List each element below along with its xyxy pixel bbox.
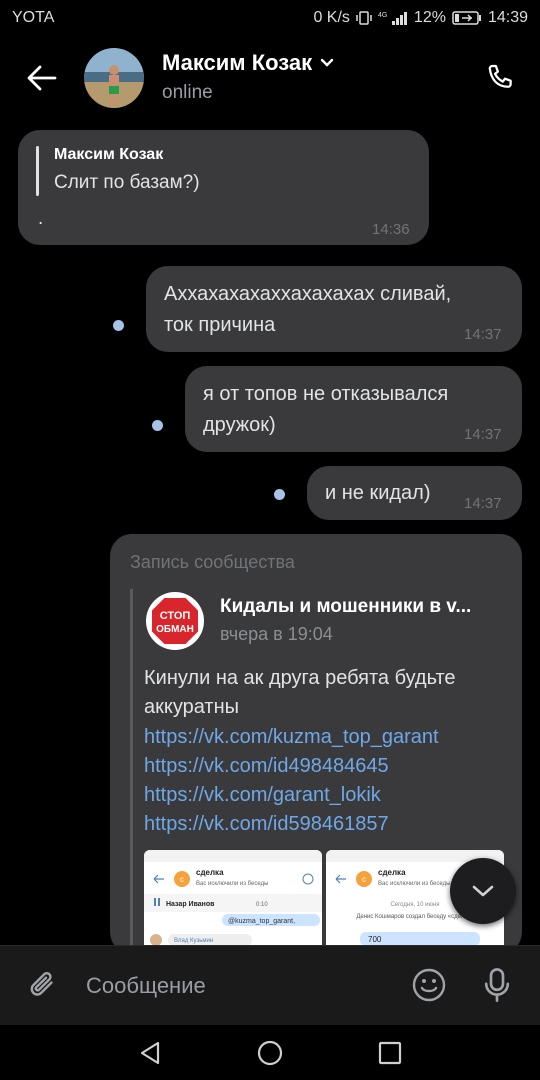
thumb1-title: сделка — [196, 868, 224, 877]
unread-dot — [274, 489, 285, 500]
post-link[interactable]: https://vk.com/id498484645 — [144, 755, 389, 778]
post-link[interactable]: https://vk.com/kuzma_top_garant — [144, 726, 439, 749]
thumb1-subtitle: Вас исключили из беседы — [196, 881, 268, 887]
nav-recents-button[interactable] — [372, 1035, 408, 1071]
svg-text:4G: 4G — [378, 12, 387, 19]
square-recents-icon — [378, 1041, 402, 1065]
vibrate-icon — [356, 10, 372, 26]
message-composer — [0, 945, 540, 1025]
post-text-line1: Кинули на ак друга ребята будьте — [144, 667, 456, 689]
message-text: и не кидал) — [325, 482, 431, 504]
logo-text-2: ОБМАН — [156, 624, 194, 635]
emoji-button[interactable] — [408, 964, 450, 1006]
reply-author: Максим Козак — [54, 146, 164, 163]
battery-charging-icon — [452, 10, 482, 26]
message-time: 14:37 — [464, 426, 502, 443]
thumb2-value: 700 — [368, 935, 382, 944]
logo-text-1: СТОП — [160, 610, 191, 622]
call-button[interactable] — [480, 58, 520, 98]
community-avatar[interactable]: СТОП ОБМАН — [146, 592, 204, 650]
community-name[interactable]: Кидалы и мошенники в v... — [220, 596, 471, 618]
thumb1-row-time: 0:10 — [256, 902, 268, 908]
post-image-1[interactable]: с сделка Вас исключили из беседы Назар И… — [144, 850, 322, 954]
avatar[interactable] — [84, 48, 144, 108]
chevron-down-icon — [320, 58, 334, 67]
message-time: 14:37 — [464, 495, 502, 512]
smiley-icon — [412, 968, 446, 1002]
chevron-down-icon — [472, 885, 494, 897]
reply-text: Слит по базам?) — [54, 172, 200, 193]
outgoing-message[interactable]: и не кидал) 14:37 — [307, 466, 522, 520]
thumb2-subtitle: Вас исключили из беседы — [378, 881, 450, 887]
attach-button[interactable] — [22, 964, 64, 1006]
thumb2-title: сделка — [378, 868, 406, 877]
outgoing-message[interactable]: Аххахахахаххахахахах сливай, ток причина… — [146, 266, 522, 352]
post-label: Запись сообщества — [130, 552, 295, 572]
reply-quote-bar — [36, 146, 39, 196]
paperclip-icon — [30, 972, 53, 996]
back-button[interactable] — [22, 58, 62, 98]
arrow-left-icon — [27, 65, 57, 91]
svg-text:с: с — [180, 875, 184, 884]
post-quote-bar — [130, 589, 133, 949]
thumb2-date: Сегодня, 10 июня — [390, 902, 439, 908]
nav-home-button[interactable] — [252, 1035, 288, 1071]
svg-text:с: с — [362, 875, 366, 884]
outgoing-message[interactable]: я от топов не отказывался дружок) 14:37 — [185, 366, 522, 452]
post-link[interactable]: https://vk.com/garant_lokik — [144, 784, 381, 807]
message-time: 14:37 — [464, 326, 502, 343]
thumb1-user: Влад Кузьмин — [174, 938, 213, 944]
post-date: вчера в 19:04 — [220, 624, 333, 644]
thumb2-line: Денис Кошмаров создал беседу «сделка» — [356, 914, 474, 920]
message-text-line1: Аххахахахаххахахахах сливай, — [164, 283, 452, 305]
contact-name[interactable]: Максим Козак — [162, 50, 334, 76]
message-input[interactable] — [86, 968, 386, 1004]
post-text: Кинули на ак друга ребята будьте аккурат… — [144, 664, 514, 722]
contact-status: online — [162, 82, 213, 103]
voice-message-button[interactable] — [476, 964, 518, 1006]
unread-dot — [152, 420, 163, 431]
network-speed: 0 K/s — [313, 9, 350, 26]
contact-name-text: Максим Козак — [162, 50, 313, 75]
carrier-label: YOTA — [12, 9, 55, 26]
scroll-down-button[interactable] — [450, 858, 516, 924]
incoming-message[interactable]: Максим Козак Слит по базам?) . 14:36 — [18, 130, 429, 245]
phone-icon — [488, 64, 512, 88]
triangle-back-icon — [140, 1041, 160, 1065]
clock: 14:39 — [487, 9, 528, 26]
message-text-line2: дружок) — [203, 414, 276, 436]
unread-dot — [113, 320, 124, 331]
thumb1-row: Назар Иванов — [166, 901, 215, 908]
post-text-line2: аккуратны — [144, 696, 240, 718]
system-navigation-bar — [0, 1025, 540, 1080]
status-bar: YOTA 0 K/s 4G 12% 14:39 — [0, 0, 540, 36]
nav-back-button[interactable] — [132, 1035, 168, 1071]
message-time: 14:36 — [372, 221, 410, 238]
post-link[interactable]: https://vk.com/id598461857 — [144, 813, 389, 836]
battery-percent: 12% — [413, 9, 446, 26]
message-text: . — [38, 208, 44, 229]
message-text-line2: ток причина — [164, 314, 276, 336]
circle-home-icon — [257, 1040, 283, 1066]
chat-header: Максим Козак online — [0, 36, 540, 120]
thumb1-mention: @kuzma_top_garant, — [228, 918, 295, 925]
signal-icon: 4G — [378, 10, 408, 26]
microphone-icon — [484, 968, 510, 1002]
message-text-line1: я от топов не отказывался — [203, 383, 449, 405]
